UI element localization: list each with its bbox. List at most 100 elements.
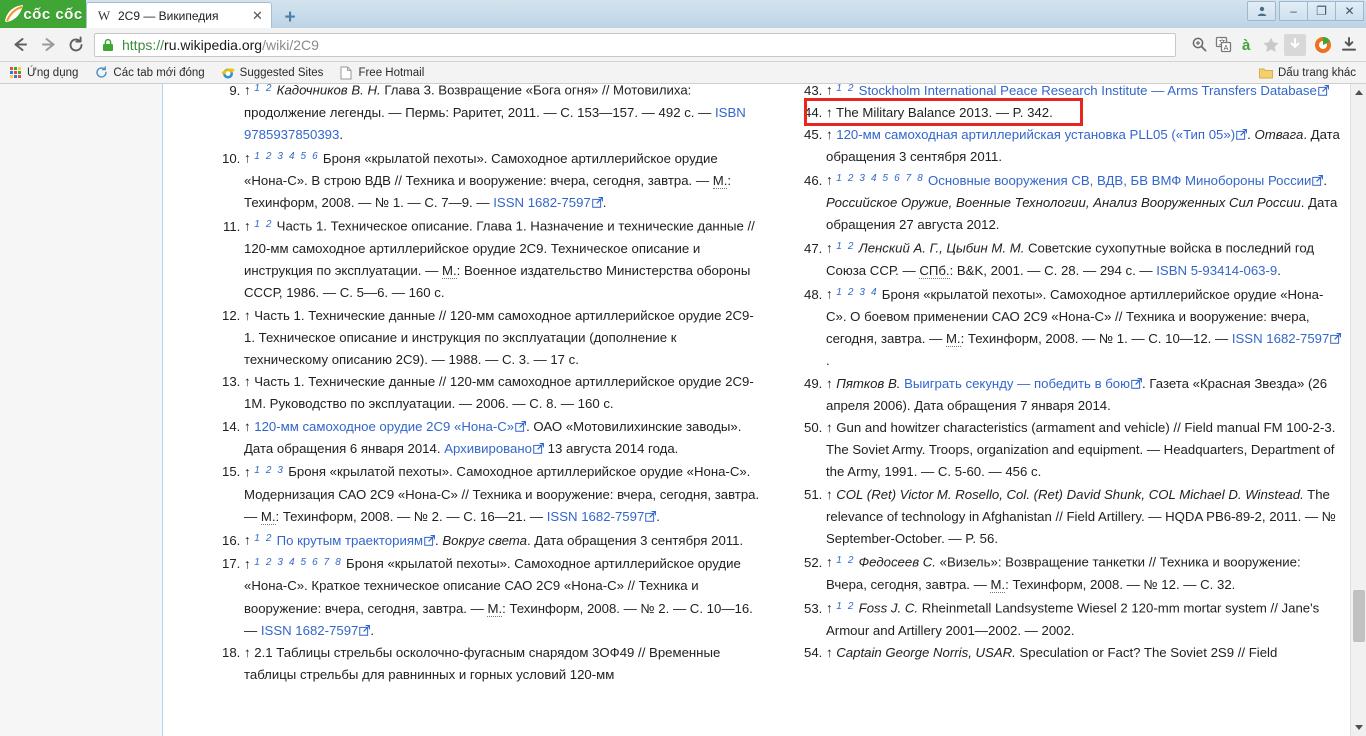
backref-numbers[interactable]: 1 2 [254, 533, 273, 544]
page-icon [339, 66, 353, 80]
coccoc-logo-text: cốc cốc [23, 5, 83, 23]
references-column-right: ↑ 1 2 Stockholm International Peace Rese… [786, 84, 1342, 686]
coccoc-leaf-icon [5, 5, 23, 22]
external-link-icon [1330, 333, 1342, 345]
window-controls: – ❐ ✕ [1247, 1, 1364, 21]
backref-numbers[interactable]: 1 2 3 4 [836, 287, 878, 298]
backref-numbers[interactable]: 1 2 3 4 5 6 7 8 [836, 173, 924, 184]
backref-arrow[interactable]: ↑ [826, 84, 833, 98]
backref-numbers[interactable]: 1 2 3 4 5 6 7 8 [254, 557, 342, 568]
https-lock-icon [103, 38, 113, 51]
backref-arrow[interactable]: ↑ [826, 287, 833, 302]
external-link-icon [359, 624, 371, 636]
backref-arrow[interactable]: ↑ [244, 219, 251, 234]
backref-arrow[interactable]: ↑ [826, 487, 833, 502]
zoom-icon[interactable] [1188, 34, 1210, 56]
reference-text: Foss J. C. Rheinmetall Landsysteme Wiese… [826, 600, 1320, 638]
external-link-icon [591, 197, 603, 208]
backref-arrow[interactable]: ↑ [826, 241, 833, 256]
external-link-icon [424, 534, 436, 546]
bookmark-item-other[interactable]: Dấu trang khác [1259, 66, 1356, 80]
bookmark-item-recent-tabs[interactable]: Các tab mới đóng [94, 66, 205, 80]
vietnamese-input-icon[interactable]: à [1236, 34, 1258, 56]
reference-text: Броня «крылатой пехоты». Самоходное арти… [244, 556, 753, 638]
backref-arrow[interactable]: ↑ [826, 601, 833, 616]
scrollbar-thumb[interactable] [1353, 590, 1365, 642]
new-tab-button[interactable]: + [275, 6, 305, 28]
browser-tab[interactable]: W 2C9 — Википедия ✕ [86, 2, 272, 28]
reference-item: ↑ Captain George Norris, USAR. Speculati… [826, 642, 1342, 664]
reload-button[interactable] [62, 31, 90, 59]
backref-arrow[interactable]: ↑ [826, 127, 833, 142]
user-account-button[interactable] [1247, 1, 1276, 21]
scroll-up-arrow-icon[interactable] [1351, 84, 1366, 101]
coccoc-logo[interactable]: cốc cốc [0, 0, 86, 28]
bookmarks-bar: Ứng dụng Các tab mới đóng Suggested Site… [0, 62, 1366, 84]
vertical-scrollbar[interactable] [1350, 84, 1366, 736]
url-text: https://ru.wikipedia.org/wiki/2C9 [122, 37, 319, 53]
downloads-icon[interactable] [1338, 34, 1360, 56]
reference-item: ↑ 1 2 Кадочников В. Н. Глава 3. Возвраще… [244, 84, 760, 146]
backref-numbers[interactable]: 1 2 [836, 555, 855, 566]
backref-arrow[interactable]: ↑ [244, 374, 251, 389]
backref-numbers[interactable]: 1 2 [836, 241, 855, 252]
backref-arrow[interactable]: ↑ [826, 420, 833, 435]
folder-icon [1259, 66, 1273, 80]
reference-item: ↑ Пятков В. Выиграть секунду — победить … [826, 373, 1342, 417]
external-link-icon [1131, 377, 1143, 389]
backref-arrow[interactable]: ↑ [244, 151, 251, 166]
bookmark-item-apps[interactable]: Ứng dụng [8, 66, 78, 80]
bookmark-star-icon[interactable] [1260, 34, 1282, 56]
bookmark-item-free-hotmail[interactable]: Free Hotmail [339, 66, 424, 80]
reference-text: Gun and howitzer characteristics (armame… [826, 420, 1336, 480]
reference-text: 120-мм самоходная артиллерийская установ… [826, 126, 1340, 165]
backref-arrow[interactable]: ↑ [244, 419, 251, 434]
translate-icon[interactable]: 文 A [1212, 34, 1234, 56]
backref-numbers[interactable]: 1 2 [836, 84, 855, 94]
references-column-left: ↑ 1 2 Кадочников В. Н. Глава 3. Возвраще… [204, 84, 760, 686]
back-button[interactable] [6, 31, 34, 59]
omnibox-actions: 文 A à [1182, 33, 1306, 56]
backref-numbers[interactable]: 1 2 3 4 5 6 [254, 151, 319, 162]
close-button[interactable]: ✕ [1335, 1, 1364, 21]
title-bar: cốc cốc W 2C9 — Википедия ✕ + – ❐ ✕ [0, 0, 1366, 28]
backref-numbers[interactable]: 1 2 [836, 601, 855, 612]
backref-arrow[interactable]: ↑ [244, 645, 251, 660]
reference-item: ↑ 1 2 3 4 5 6 Броня «крылатой пехоты». С… [244, 146, 760, 214]
backref-arrow[interactable]: ↑ [826, 105, 833, 120]
restore-button[interactable]: ❐ [1307, 1, 1336, 21]
url-host: ru.wikipedia.org [164, 36, 263, 53]
address-bar[interactable]: https://ru.wikipedia.org/wiki/2C9 [94, 32, 1176, 57]
reload-icon [69, 35, 83, 51]
backref-numbers[interactable]: 1 2 [254, 219, 273, 230]
backref-numbers[interactable]: 1 2 3 [254, 465, 284, 476]
backref-arrow[interactable]: ↑ [244, 556, 251, 571]
external-link-icon [533, 442, 544, 454]
forward-button[interactable] [34, 31, 62, 59]
reference-text: Часть 1. Технические данные // 120-мм са… [244, 307, 754, 367]
backref-arrow[interactable]: ↑ [244, 308, 251, 323]
backref-arrow[interactable]: ↑ [244, 84, 251, 98]
minimize-button[interactable]: – [1279, 1, 1308, 21]
reference-item: ↑ 1 2 3 4 5 6 7 8 Броня «крылатой пехоты… [244, 552, 760, 642]
reference-item: ↑ 1 2 Часть 1. Техническое описание. Гла… [244, 214, 760, 304]
backref-arrow[interactable]: ↑ [244, 533, 251, 548]
download-arrow-icon[interactable] [1284, 33, 1306, 56]
backref-arrow[interactable]: ↑ [826, 376, 833, 391]
backref-arrow[interactable]: ↑ [826, 645, 833, 660]
close-tab-icon[interactable]: ✕ [250, 8, 265, 23]
forward-arrow-icon [41, 38, 54, 51]
coccoc-menu-icon[interactable] [1312, 34, 1334, 56]
backref-numbers[interactable]: 1 2 [254, 84, 273, 94]
external-link-icon [515, 420, 527, 432]
backref-arrow[interactable]: ↑ [244, 464, 251, 479]
backref-arrow[interactable]: ↑ [826, 173, 833, 188]
reference-item: ↑ 1 2 По крутым траекториям. Вокруг свет… [244, 528, 760, 552]
backref-arrow[interactable]: ↑ [826, 555, 833, 570]
reference-item: ↑ 1 2 3 Броня «крылатой пехоты». Самоход… [244, 460, 760, 528]
reference-text: Ленский А. Г., Цыбин М. М. Советские сух… [826, 240, 1315, 280]
wikipedia-favicon: W [97, 8, 111, 23]
scroll-down-arrow-icon[interactable] [1351, 719, 1366, 736]
reference-item: ↑ 1 2 3 4 Броня «крылатой пехоты». Самох… [826, 282, 1342, 372]
bookmark-item-suggested-sites[interactable]: Suggested Sites [221, 66, 323, 80]
